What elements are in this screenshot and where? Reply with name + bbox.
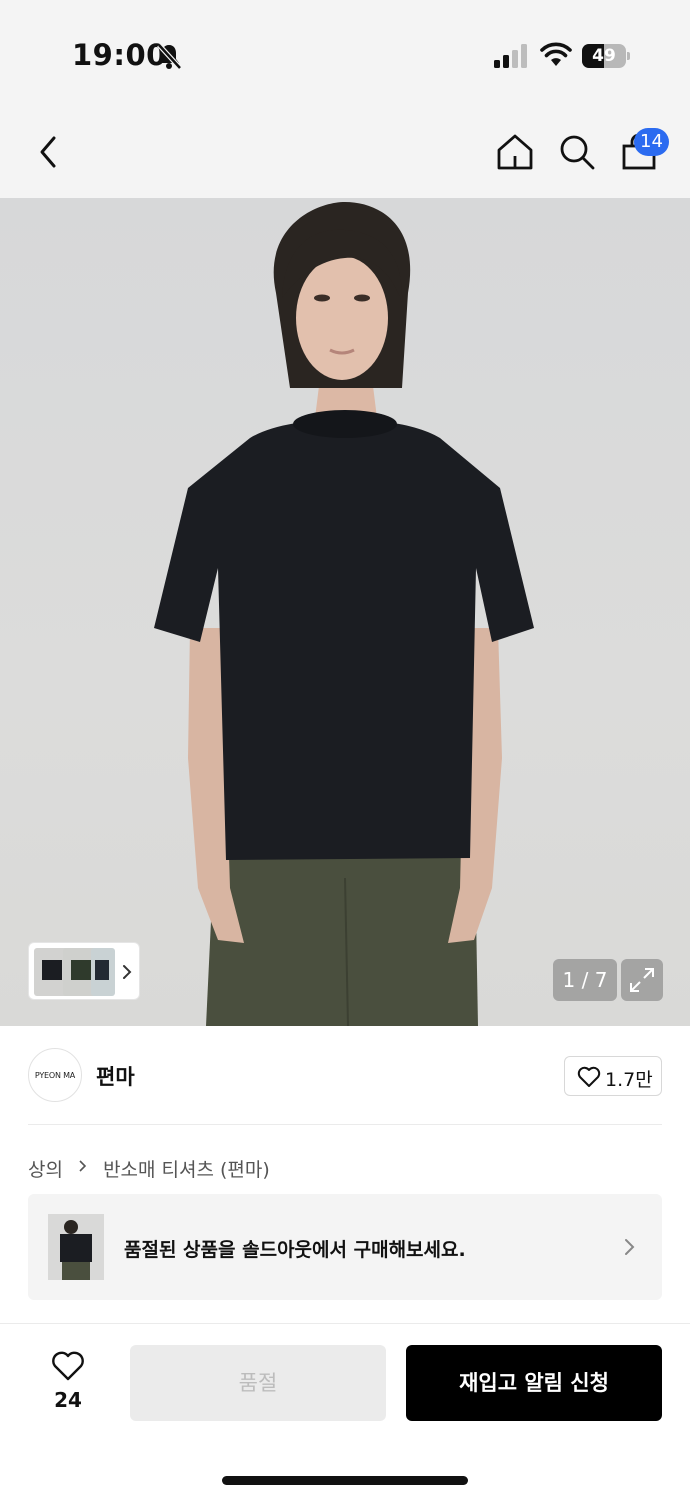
brand-logo-text: PYEON MA (34, 1071, 76, 1080)
breadcrumb-subcategory[interactable]: 반소매 티셔츠 (편마) (103, 1155, 270, 1182)
search-icon[interactable] (556, 130, 598, 174)
status-bar: 19:00 49 (0, 0, 690, 108)
battery-icon: 49 (582, 44, 630, 68)
thumbnail-navy-tee[interactable] (91, 948, 115, 996)
brand-logo[interactable]: PYEON MA (28, 1048, 82, 1102)
soldout-button[interactable]: 품절 (130, 1345, 386, 1421)
brand-row: PYEON MA 편마 1.7만 (28, 1048, 662, 1104)
status-time: 19:00 (72, 38, 167, 72)
product-image-carousel[interactable] (0, 198, 690, 1026)
chevron-right-icon (79, 1160, 87, 1172)
home-indicator[interactable] (222, 1476, 468, 1485)
soldout-product-thumbnail (48, 1214, 104, 1280)
chevron-right-icon (625, 1239, 635, 1255)
restock-alert-button[interactable]: 재입고 알림 신청 (406, 1345, 662, 1421)
home-icon[interactable] (494, 130, 536, 174)
top-nav (0, 108, 690, 198)
soldout-banner-text: 품절된 상품을 솔드아웃에서 구매해보세요. (124, 1239, 466, 1261)
bell-slash-icon (157, 43, 182, 70)
wifi-icon (540, 42, 572, 66)
cellular-signal-icon (494, 44, 527, 68)
brand-name[interactable]: 편마 (96, 1061, 135, 1091)
product-photo (154, 202, 534, 1026)
brand-like-count: 1.7만 (605, 1069, 653, 1091)
battery-level: 49 (592, 46, 616, 66)
gallery-thumbnail-strip[interactable] (28, 942, 140, 1000)
wishlist-button[interactable]: 24 (40, 1346, 96, 1416)
image-counter: 1 / 7 (553, 959, 617, 1001)
divider (28, 1124, 662, 1125)
wishlist-count: 24 (54, 1388, 82, 1412)
bottom-bar-divider (0, 1323, 690, 1324)
breadcrumb-category[interactable]: 상의 (28, 1155, 63, 1182)
chevron-right-icon[interactable] (121, 963, 133, 981)
soldout-banner[interactable]: 품절된 상품을 솔드아웃에서 구매해보세요. (28, 1194, 662, 1300)
breadcrumb: 상의 반소매 티셔츠 (편마) (28, 1155, 270, 1182)
heart-icon (52, 1351, 84, 1381)
brand-like-button[interactable]: 1.7만 (564, 1056, 662, 1096)
chevron-left-icon[interactable] (28, 130, 68, 174)
cart-count-badge: 14 (634, 128, 669, 156)
expand-icon[interactable] (621, 959, 663, 1001)
heart-icon (577, 1066, 601, 1087)
